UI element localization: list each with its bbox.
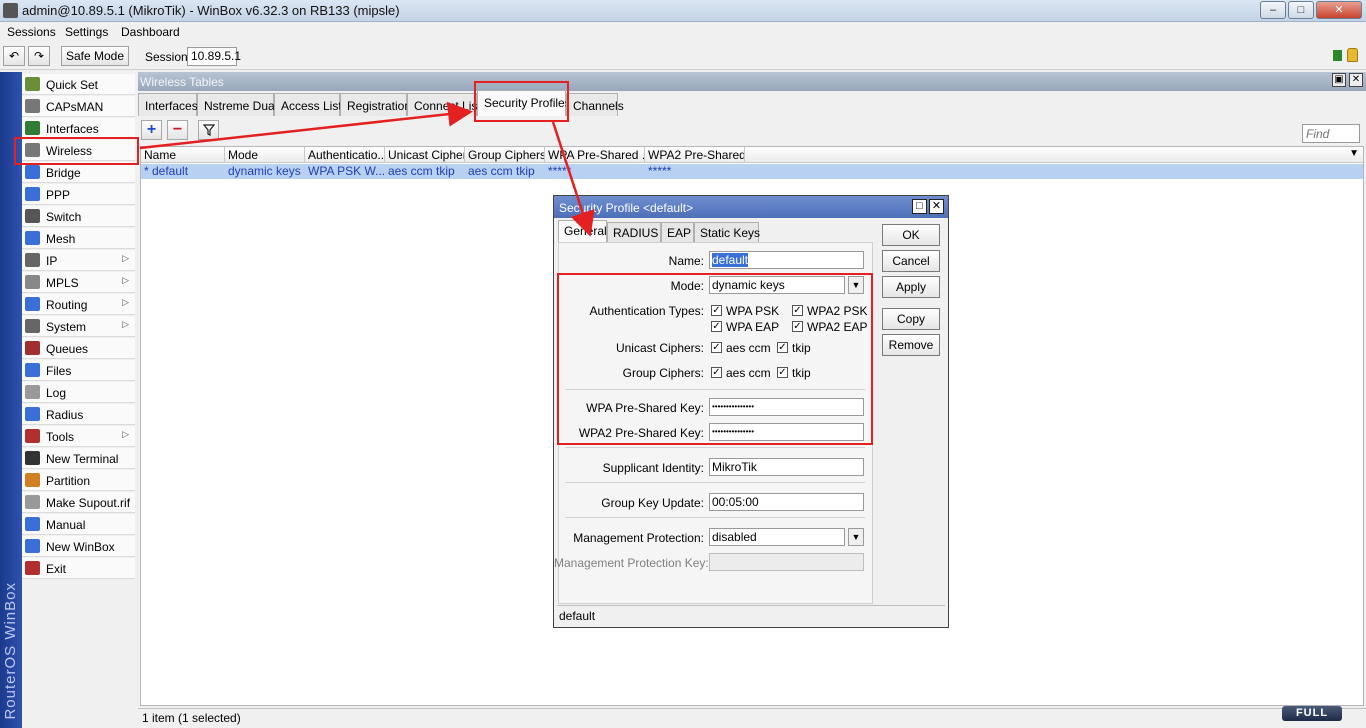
annotation-arrow-to-tab [139,101,473,150]
annotation-arrow-to-dialog [551,121,595,237]
annotation-arrows [139,101,595,237]
